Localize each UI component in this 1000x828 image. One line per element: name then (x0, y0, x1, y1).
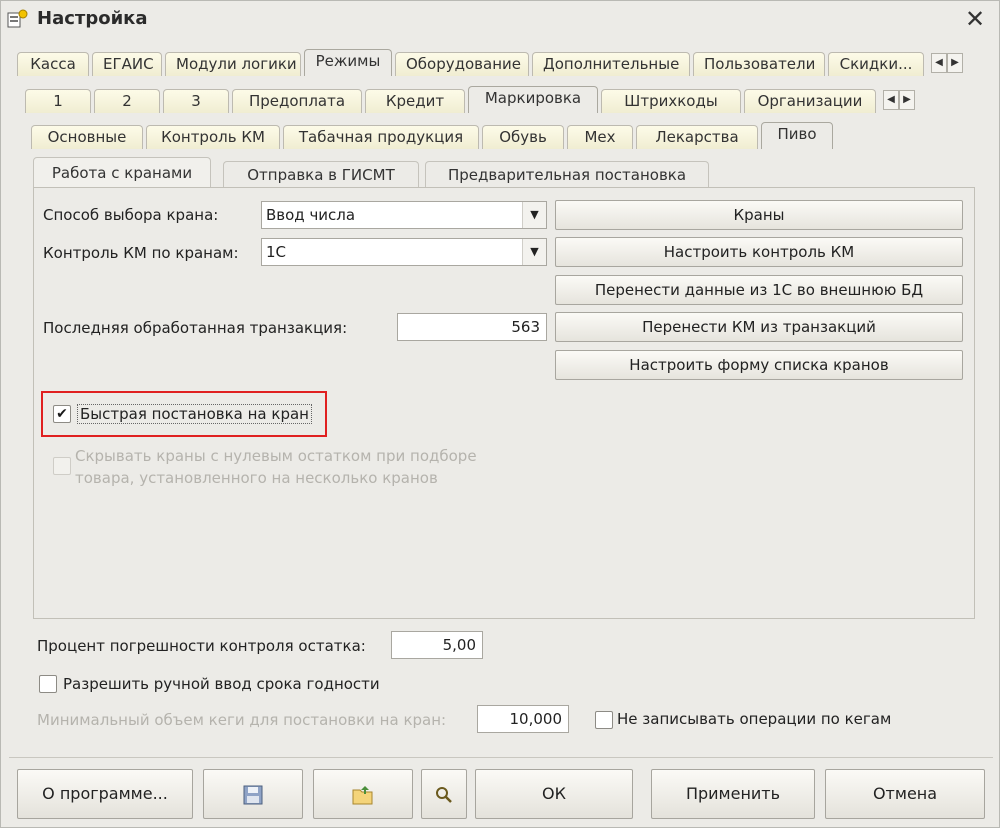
tab-users[interactable]: Пользователи (693, 52, 825, 76)
tab-scroll-2: ◀ ▶ (883, 90, 915, 110)
hide-taps-label-2: товара, установленного на несколько кран… (75, 469, 438, 487)
search-icon (436, 786, 452, 803)
tabs-marking: Основные Контроль КМ Табачная продукция … (31, 121, 836, 149)
tab-marking[interactable]: Маркировка (468, 86, 598, 113)
tab-credit[interactable]: Кредит (365, 89, 465, 113)
manual-expiry-checkbox[interactable] (39, 675, 57, 693)
no-keg-ops-label: Не записывать операции по кегам (617, 710, 892, 728)
tab-shoes[interactable]: Обувь (482, 125, 564, 149)
tab-km-control[interactable]: Контроль КМ (146, 125, 280, 149)
footer-divider (9, 757, 993, 758)
transfer-db-button[interactable]: Перенести данные из 1С во внешнюю БД (555, 275, 963, 305)
setup-km-button[interactable]: Настроить контроль КМ (555, 237, 963, 267)
error-pct-field[interactable]: 5,00 (391, 631, 483, 659)
km-control-label: Контроль КМ по кранам: (43, 244, 239, 262)
tap-select-combo[interactable]: Ввод числа ▼ (261, 201, 547, 229)
tabs-modes: 1 2 3 Предоплата Кредит Маркировка Штрих… (25, 86, 915, 113)
hide-taps-label-1: Скрывать краны с нулевым остатком при по… (75, 447, 477, 465)
tab-tap-work[interactable]: Работа с кранами (33, 157, 211, 187)
tab-beer[interactable]: Пиво (761, 122, 833, 149)
tab-2[interactable]: 2 (94, 89, 160, 113)
close-icon[interactable]: ✕ (961, 5, 989, 33)
tap-select-value: Ввод числа (266, 206, 356, 224)
taps-button[interactable]: Краны (555, 200, 963, 230)
title-bar: Настройка ✕ (1, 1, 999, 39)
chevron-down-icon[interactable]: ▼ (522, 202, 546, 228)
km-control-combo[interactable]: 1С ▼ (261, 238, 547, 266)
tab-pre-setup[interactable]: Предварительная постановка (425, 161, 709, 187)
tab-discounts[interactable]: Скидки... (828, 52, 924, 76)
window-title: Настройка (37, 8, 148, 29)
tab-scroll: ◀ ▶ (931, 53, 963, 73)
open-button[interactable] (313, 769, 413, 819)
km-control-value: 1С (266, 243, 287, 261)
tab-logic-modules[interactable]: Модули логики (165, 52, 301, 76)
no-keg-ops-checkbox[interactable] (595, 711, 613, 729)
setup-list-button[interactable]: Настроить форму списка кранов (555, 350, 963, 380)
apply-button[interactable]: Применить (651, 769, 815, 819)
tab-equipment[interactable]: Оборудование (395, 52, 529, 76)
min-keg-field[interactable]: 10,000 (477, 705, 569, 733)
hide-taps-checkbox[interactable] (53, 457, 71, 475)
tab-prepayment[interactable]: Предоплата (232, 89, 362, 113)
tab-3[interactable]: 3 (163, 89, 229, 113)
error-pct-label: Процент погрешности контроля остатка: (37, 637, 366, 655)
tab-fur[interactable]: Мех (567, 125, 633, 149)
tab-scroll-2-left-icon[interactable]: ◀ (883, 90, 899, 110)
quick-tap-checkbox[interactable]: ✔ (53, 405, 71, 423)
tab-medicines[interactable]: Лекарства (636, 125, 758, 149)
tap-select-label: Способ выбора крана: (43, 206, 219, 224)
cancel-button[interactable]: Отмена (825, 769, 985, 819)
tab-modes[interactable]: Режимы (304, 49, 392, 76)
search-button[interactable] (421, 769, 467, 819)
about-button[interactable]: О программе... (17, 769, 193, 819)
tab-gismt-send[interactable]: Отправка в ГИСМТ (223, 161, 419, 187)
tab-barcodes[interactable]: Штрихкоды (601, 89, 741, 113)
ok-button[interactable]: ОК (475, 769, 633, 819)
tab-tobacco[interactable]: Табачная продукция (283, 125, 479, 149)
settings-window: Настройка ✕ Касса ЕГАИС Модули логики Ре… (0, 0, 1000, 828)
save-button[interactable] (203, 769, 303, 819)
transfer-km-button[interactable]: Перенести КМ из транзакций (555, 312, 963, 342)
tab-kassa[interactable]: Касса (17, 52, 89, 76)
chevron-down-icon[interactable]: ▼ (522, 239, 546, 265)
tab-egais[interactable]: ЕГАИС (92, 52, 162, 76)
tab-scroll-right-icon[interactable]: ▶ (947, 53, 963, 73)
tab-additional[interactable]: Дополнительные (532, 52, 690, 76)
quick-tap-label: Быстрая постановка на кран (77, 404, 312, 424)
save-icon (243, 785, 263, 804)
last-tx-label: Последняя обработанная транзакция: (43, 319, 348, 337)
open-folder-icon (352, 785, 373, 804)
app-settings-icon (5, 7, 31, 33)
tabs-beer: Работа с кранами Отправка в ГИСМТ Предва… (33, 157, 709, 187)
manual-expiry-label: Разрешить ручной ввод срока годности (63, 675, 380, 693)
tab-scroll-2-right-icon[interactable]: ▶ (899, 90, 915, 110)
tab-1[interactable]: 1 (25, 89, 91, 113)
last-tx-field[interactable]: 563 (397, 313, 547, 341)
min-keg-label: Минимальный объем кеги для постановки на… (37, 711, 447, 729)
tab-scroll-left-icon[interactable]: ◀ (931, 53, 947, 73)
tabs-main: Касса ЕГАИС Модули логики Режимы Оборудо… (17, 49, 963, 76)
tab-organizations[interactable]: Организации (744, 89, 876, 113)
tab-basic[interactable]: Основные (31, 125, 143, 149)
